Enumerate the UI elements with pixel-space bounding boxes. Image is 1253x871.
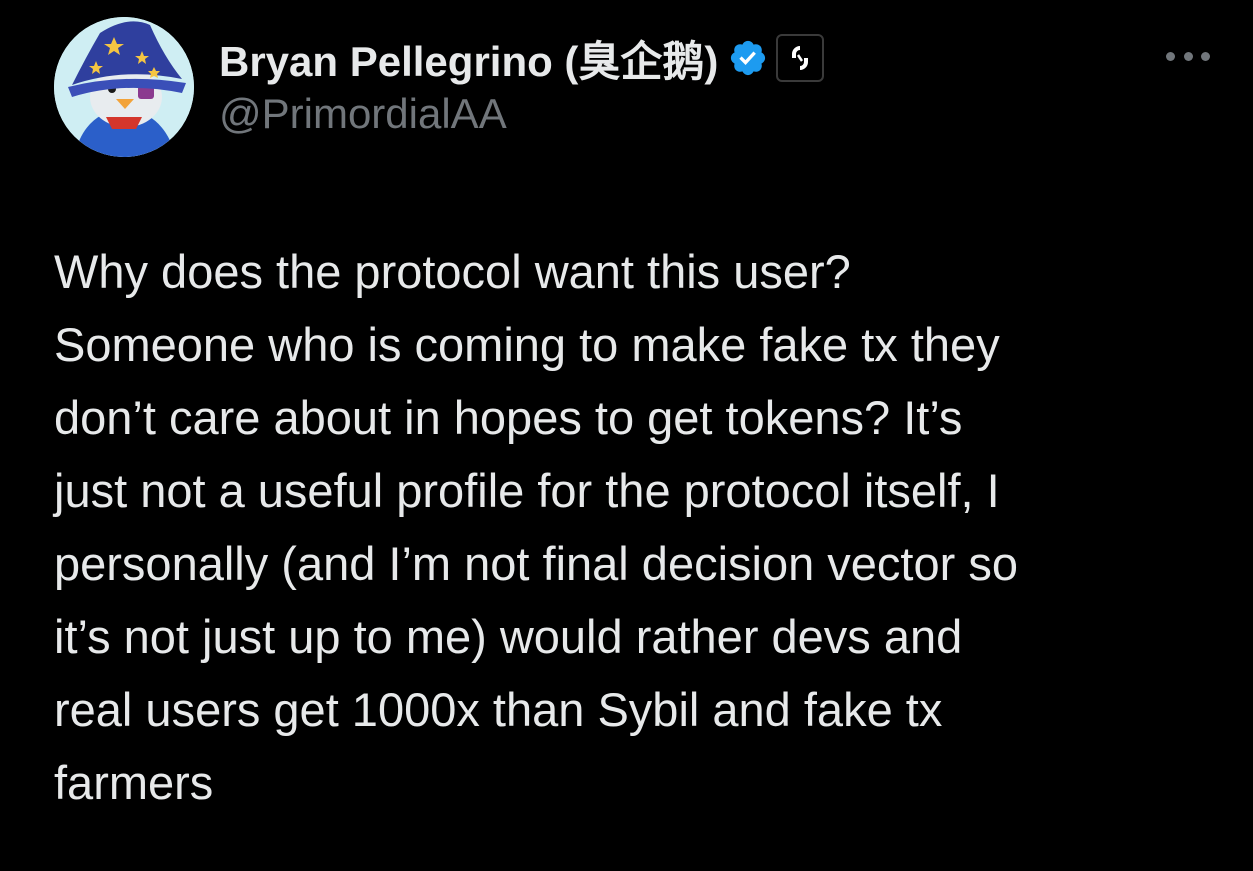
verified-badge-icon[interactable] (728, 38, 768, 78)
more-dot (1183, 51, 1193, 61)
tweet-text-line: just not a useful profile for the protoc… (54, 464, 1000, 517)
layerzero-logo-icon[interactable] (776, 34, 825, 82)
avatar[interactable] (54, 17, 194, 157)
more-options-icon[interactable] (1166, 46, 1210, 66)
tweet-text-line: personally (and I’m not final decision v… (54, 537, 1018, 590)
tweet-text-line: Someone who is coming to make fake tx th… (54, 318, 1000, 371)
more-dot (1166, 51, 1175, 61)
penguin-wizard-avatar-icon (54, 17, 194, 157)
tweet-text-line: don’t care about in hopes to get tokens?… (54, 391, 963, 444)
tweet-text-line: Why does the protocol want this user? (54, 245, 851, 298)
author-handle[interactable]: @PrimordialAA (219, 90, 1173, 138)
tweet-header: Bryan Pellegrino (臭企鹅) @PrimordialAA (219, 30, 1173, 138)
tweet-text-line: it’s not just up to me) would rather dev… (54, 610, 963, 663)
tweet-text-line: real users get 1000x than Sybil and fake… (54, 683, 943, 736)
tweet-card: Bryan Pellegrino (臭企鹅) @PrimordialAA Why… (0, 0, 1253, 871)
tweet-text: Why does the protocol want this user? So… (54, 235, 1204, 819)
tweet-text-line: farmers (54, 756, 214, 809)
author-display-name[interactable]: Bryan Pellegrino (臭企鹅) (219, 28, 718, 89)
author-name-row: Bryan Pellegrino (臭企鹅) (219, 30, 1173, 86)
more-dot (1201, 51, 1210, 61)
